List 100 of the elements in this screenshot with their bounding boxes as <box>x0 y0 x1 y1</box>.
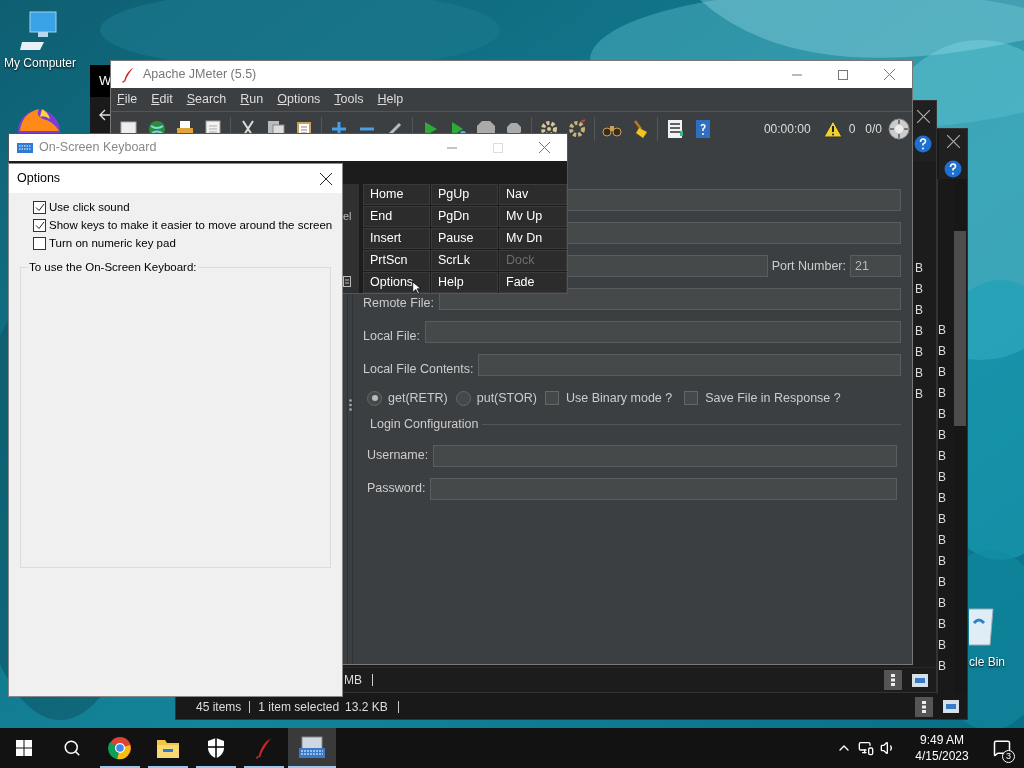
radio-button[interactable] <box>455 390 471 406</box>
close-button[interactable] <box>318 170 334 187</box>
size-cell-text: B <box>915 386 924 403</box>
close-button[interactable] <box>916 110 930 123</box>
keyboard-key[interactable]: Mv Up <box>499 206 567 227</box>
status-text: 1 item selected <box>258 698 340 716</box>
folder-icon <box>156 737 180 759</box>
radio-label: get(RETR) <box>388 389 448 407</box>
window-title: Apache JMeter (5.5) <box>143 66 257 84</box>
details-view-button[interactable] <box>915 696 933 717</box>
menu-item[interactable]: Edit <box>146 90 178 109</box>
size-cell-text: B <box>938 616 947 633</box>
warning-icon <box>822 120 843 138</box>
keyboard-key[interactable]: Home <box>363 184 430 205</box>
size-cell-text: B <box>915 344 924 361</box>
gear-icon[interactable] <box>566 118 588 140</box>
field-label: Password: <box>367 480 426 498</box>
close-icon <box>320 172 332 185</box>
desktop-icon-label[interactable]: My Computer <box>4 54 76 72</box>
size-cell-text: B <box>938 322 947 339</box>
checkbox-label: Use click sound <box>49 199 130 215</box>
tiles-view-button[interactable] <box>943 700 959 713</box>
keyboard-key[interactable]: PgDn <box>431 206 498 227</box>
shield-icon <box>206 737 226 759</box>
keyboard-key[interactable]: PrtScn <box>363 250 430 271</box>
keyboard-key[interactable]: PgUp <box>431 184 498 205</box>
help-icon[interactable] <box>914 135 932 153</box>
size-cell-text: B <box>915 323 924 340</box>
network-icon[interactable] <box>858 740 874 756</box>
back-arrow-icon[interactable] <box>99 109 113 121</box>
notifications-icon <box>993 739 1011 757</box>
scrollbar-thumb[interactable] <box>954 231 966 426</box>
tiles-view-button[interactable] <box>912 673 928 687</box>
text-field[interactable] <box>433 444 897 467</box>
close-icon <box>538 142 550 153</box>
help-icon[interactable] <box>944 160 962 178</box>
keyboard-key[interactable]: Fade <box>499 272 567 293</box>
desktop-icon-label[interactable]: cle Bin <box>969 653 1006 671</box>
field-label: Username: <box>367 447 429 465</box>
keyboard-key[interactable]: Options <box>363 272 430 293</box>
checkbox[interactable] <box>544 391 559 405</box>
text-field[interactable] <box>430 477 897 500</box>
checkbox[interactable] <box>33 201 46 214</box>
keyboard-key[interactable]: End <box>363 206 430 227</box>
menu-item[interactable]: File <box>112 90 143 109</box>
checkbox[interactable] <box>684 391 699 405</box>
keyboard-key[interactable]: ScrLk <box>431 250 498 271</box>
keyboard-key[interactable]: Pause <box>431 228 498 249</box>
checkbox-label: Turn on numeric key pad <box>49 235 176 251</box>
checkbox-label: Use Binary mode ? <box>565 389 673 407</box>
size-cell-text: B <box>938 343 947 360</box>
keyboard-icon <box>17 142 33 153</box>
details-view-button[interactable] <box>884 670 902 690</box>
menu-item[interactable]: Options <box>272 90 326 109</box>
checkbox[interactable] <box>33 237 46 250</box>
maximize-icon <box>493 142 503 153</box>
clock-button[interactable]: 9:49 AM 4/15/2023 <box>904 732 980 764</box>
size-cell-text: B <box>915 281 924 298</box>
field-label: Local File: <box>363 329 420 343</box>
size-cell-text: B <box>938 637 947 654</box>
elapsed-time: 00:00:00 <box>763 121 811 138</box>
keyboard-key[interactable]: Help <box>431 272 498 293</box>
size-cell-text: B <box>938 406 947 423</box>
keyboard-key[interactable]: Nav <box>499 184 567 205</box>
menu-item[interactable]: Run <box>235 90 269 109</box>
radio-button[interactable] <box>367 390 382 406</box>
menu-item[interactable]: Help <box>372 90 409 109</box>
menu-item[interactable]: Tools <box>329 90 369 109</box>
size-cell-text: B <box>938 658 947 675</box>
checkbox-label: Save File in Response ? <box>705 389 841 407</box>
browser-icon <box>108 736 132 760</box>
size-cell-text: B <box>938 553 947 570</box>
checkbox[interactable] <box>33 219 46 232</box>
group-title: To use the On-Screen Keyboard: <box>28 260 198 274</box>
text-field[interactable] <box>438 288 901 310</box>
maximize-icon <box>838 69 848 80</box>
keyboard-key[interactable]: Insert <box>363 228 430 249</box>
menu-item[interactable]: Search <box>181 90 232 109</box>
size-cell-text: B <box>938 385 947 402</box>
feather-icon <box>121 66 135 83</box>
notifications-button[interactable]: 3 <box>980 728 1024 768</box>
warning-count: 0 <box>848 121 856 138</box>
computer-icon[interactable] <box>20 10 60 52</box>
thread-count: 0/0 <box>865 121 882 138</box>
taskbar-button[interactable] <box>288 728 336 768</box>
size-cell-text: B <box>938 448 947 465</box>
size-cell-text: B <box>915 365 924 382</box>
close-button[interactable] <box>946 135 960 148</box>
keyboard-key[interactable]: Mv Dn <box>499 228 567 249</box>
text-field[interactable] <box>478 354 901 376</box>
status-text: 13.2 KB <box>345 698 388 716</box>
field-label: Port Number: <box>771 257 846 275</box>
checkbox-label: Show keys to make it easier to move around the screen <box>49 217 333 233</box>
text-field[interactable]: 21 <box>850 255 901 277</box>
size-cell-text: B <box>938 532 947 549</box>
splitter-handle[interactable] <box>348 399 352 411</box>
size-cell-text: B <box>915 302 924 319</box>
size-cell-text: B <box>938 469 947 486</box>
size-cell-text: B <box>938 511 947 528</box>
text-field[interactable] <box>425 321 901 343</box>
